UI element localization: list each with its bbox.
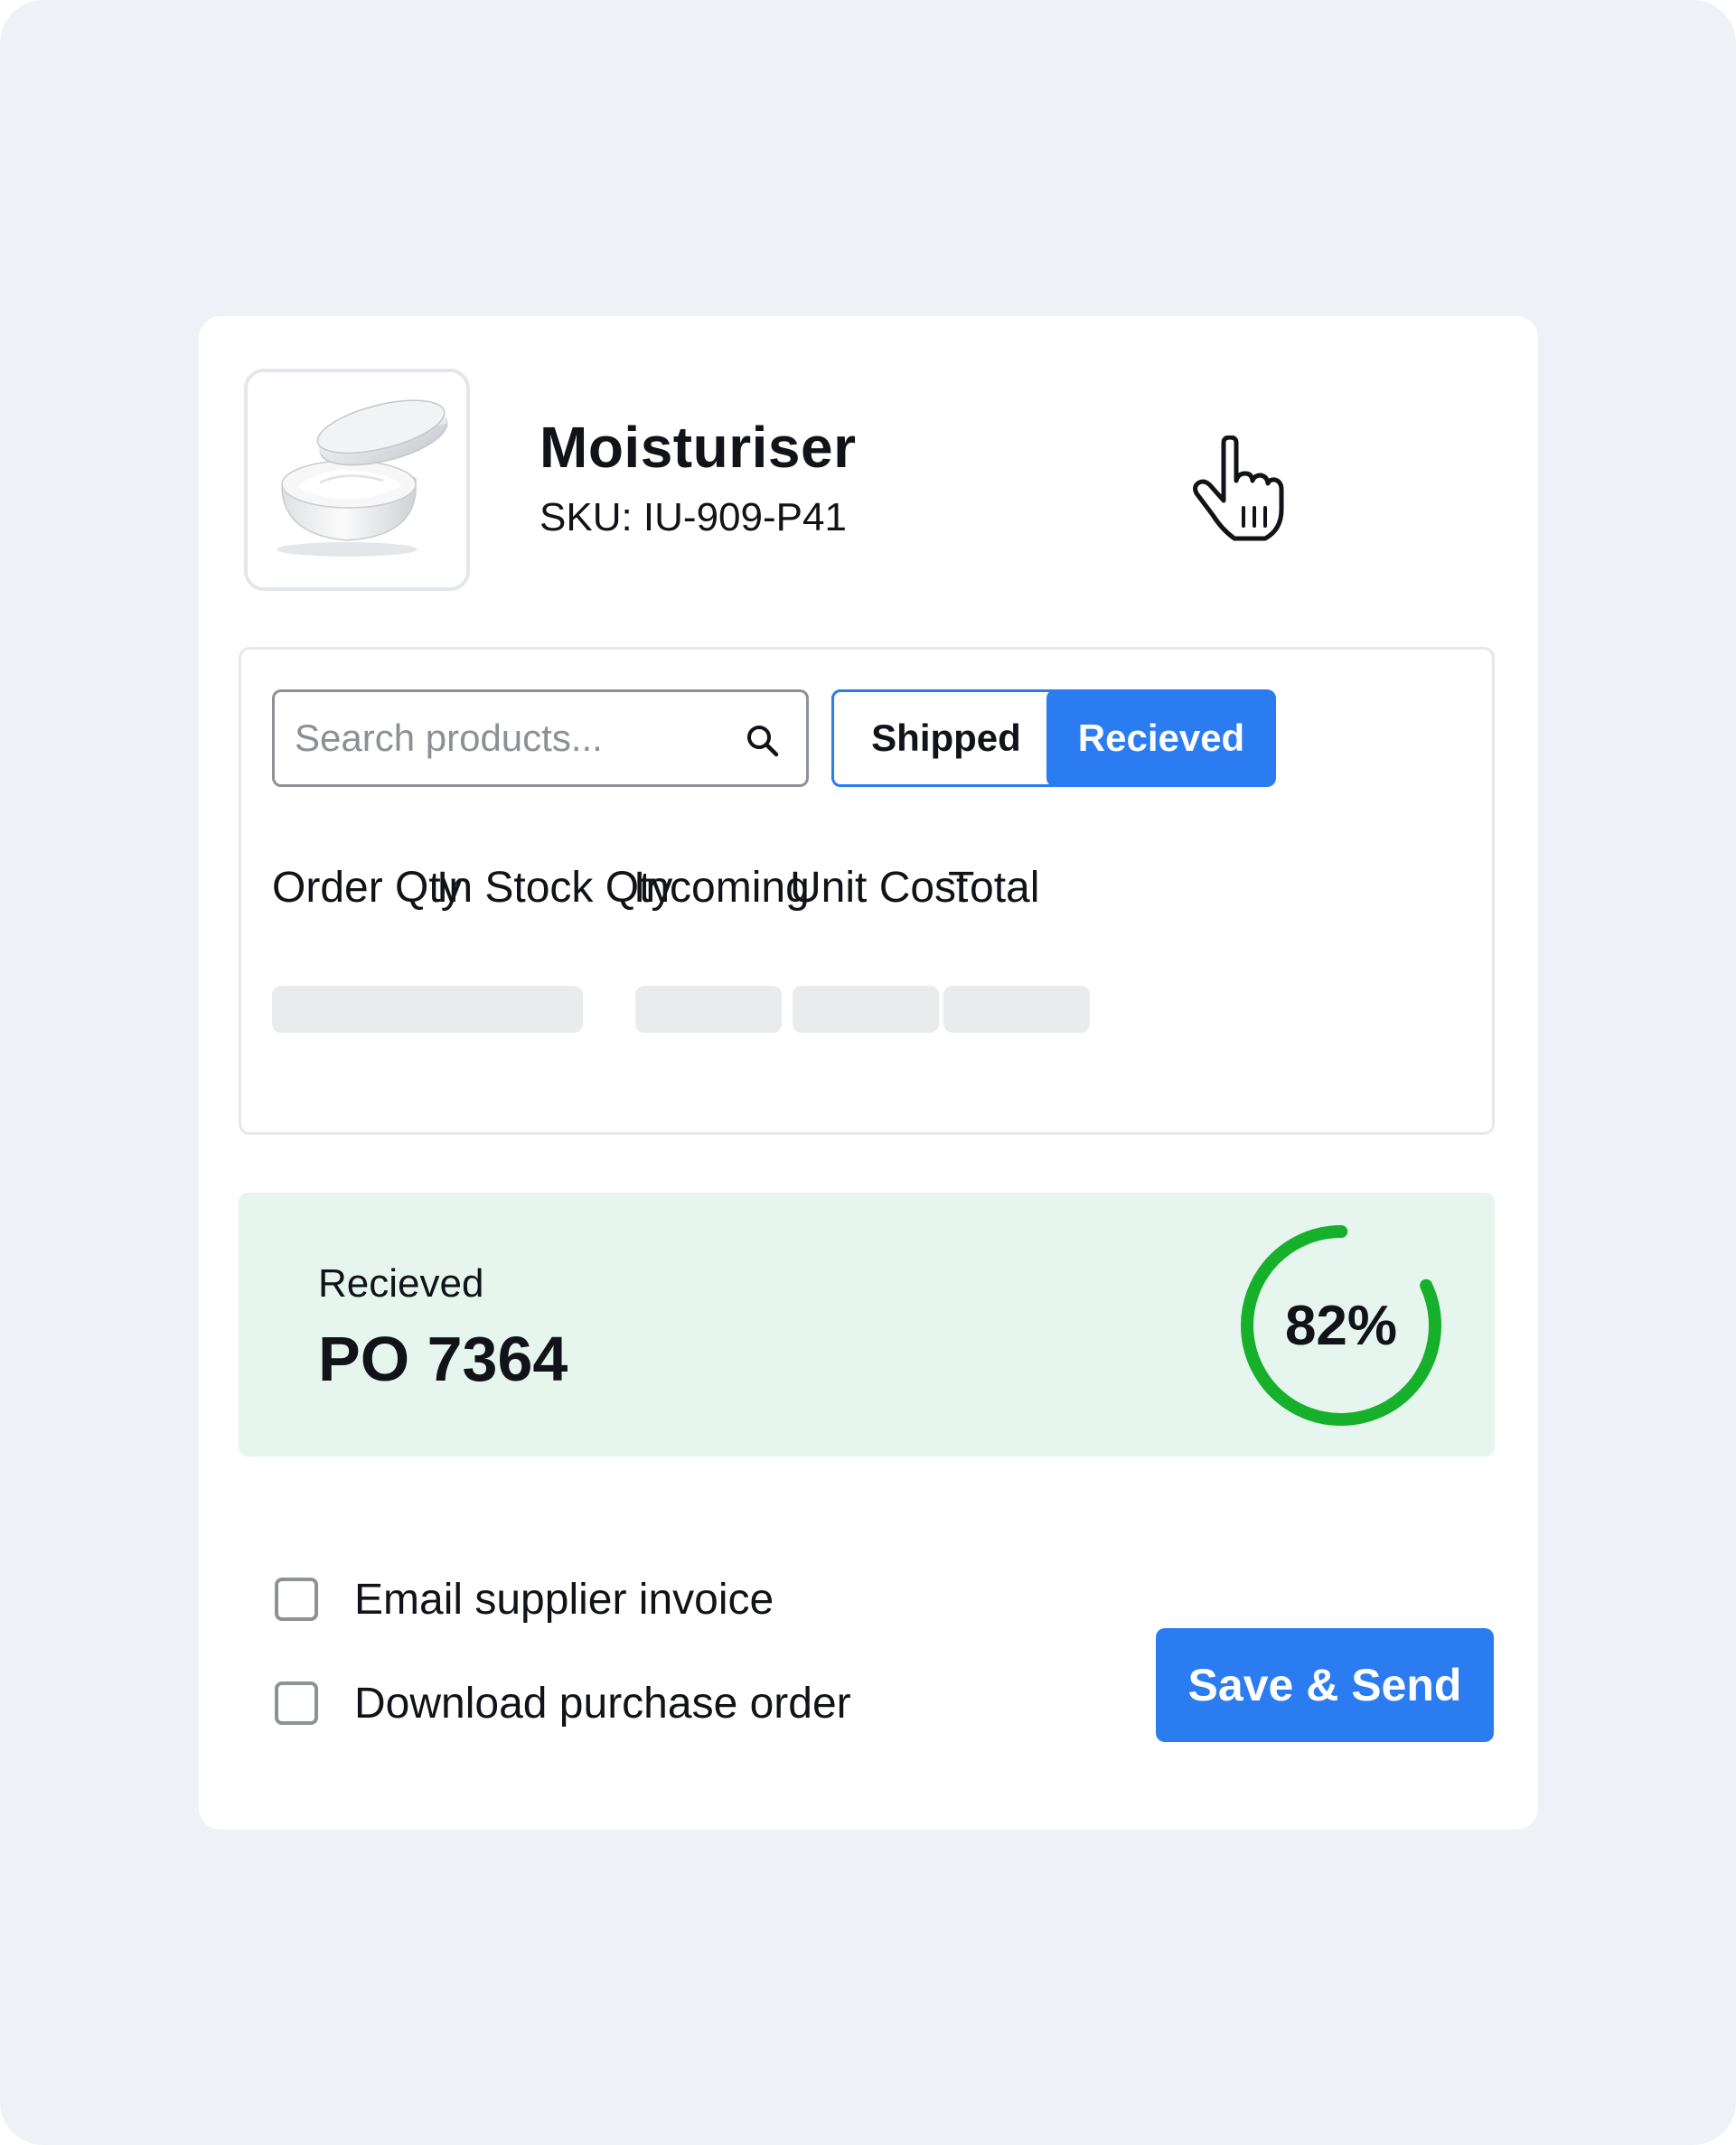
page-background: Moisturiser SKU: IU-909-P41 Shipped Reci… bbox=[0, 0, 1736, 2145]
loading-placeholder-total bbox=[943, 986, 1090, 1033]
po-number: PO 7364 bbox=[318, 1324, 568, 1394]
search-field[interactable] bbox=[272, 689, 809, 787]
download-purchase-order-label: Download purchase order bbox=[354, 1679, 851, 1728]
product-sku: SKU: IU-909-P41 bbox=[540, 495, 847, 539]
column-header-unit-cost: Unit Cost bbox=[790, 864, 969, 912]
cream-jar-icon bbox=[277, 399, 448, 557]
purchase-order-card: Moisturiser SKU: IU-909-P41 Shipped Reci… bbox=[199, 316, 1538, 1830]
summary-status-label: Recieved bbox=[318, 1261, 484, 1306]
column-header-incoming: Incoming bbox=[633, 864, 810, 912]
download-purchase-order-checkbox[interactable] bbox=[275, 1681, 318, 1725]
download-purchase-order-option[interactable]: Download purchase order bbox=[275, 1676, 851, 1730]
search-icon[interactable] bbox=[745, 723, 781, 759]
progress-percentage: 82% bbox=[1284, 1294, 1398, 1357]
loading-placeholder-in-stock-qty bbox=[436, 986, 583, 1033]
product-name: Moisturiser bbox=[540, 415, 857, 480]
received-summary: Recieved PO 7364 82% bbox=[239, 1193, 1495, 1457]
received-filter-button[interactable]: Recieved bbox=[1046, 689, 1276, 787]
search-input[interactable] bbox=[295, 708, 728, 768]
shipped-filter-button[interactable]: Shipped bbox=[831, 689, 1061, 787]
email-supplier-invoice-label: Email supplier invoice bbox=[354, 1575, 774, 1624]
product-image bbox=[244, 369, 470, 591]
hand-pointer-cursor-icon bbox=[1193, 436, 1284, 541]
save-and-send-button[interactable]: Save & Send bbox=[1156, 1628, 1494, 1742]
order-table-panel: Shipped Recieved Order Qty In Stock Qty … bbox=[239, 647, 1495, 1135]
email-supplier-invoice-option[interactable]: Email supplier invoice bbox=[275, 1572, 774, 1626]
loading-placeholder-incoming bbox=[635, 986, 782, 1033]
column-header-order-qty: Order Qty bbox=[272, 864, 463, 912]
loading-placeholder-unit-cost bbox=[793, 986, 939, 1033]
email-supplier-invoice-checkbox[interactable] bbox=[275, 1578, 318, 1621]
column-header-total: Total bbox=[948, 864, 1040, 912]
